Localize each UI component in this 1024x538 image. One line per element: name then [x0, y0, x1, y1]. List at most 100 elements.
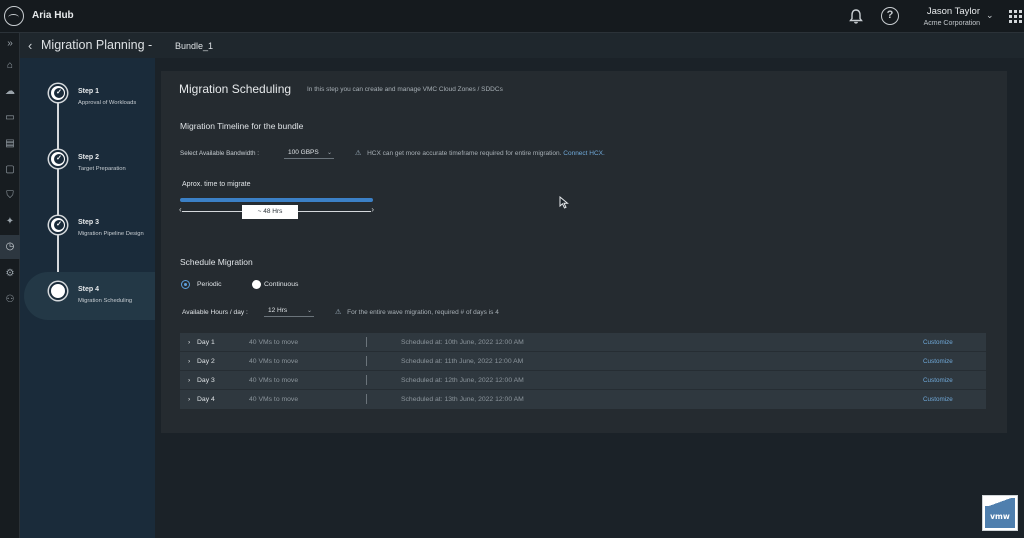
day-name: Day 3 — [197, 377, 215, 384]
bell-icon[interactable] — [848, 8, 864, 25]
migration-progress-bar — [180, 198, 373, 202]
chevron-right-icon[interactable]: › — [188, 358, 190, 365]
periodic-radio[interactable] — [181, 280, 190, 289]
hours-note-text: For the entire wave migration, required … — [347, 309, 499, 316]
step-desc: Approval of Workloads — [78, 100, 137, 106]
card-hint: In this step you can create and manage V… — [307, 86, 503, 93]
day-row[interactable]: › Day 4 40 VMs to move Scheduled at: 13t… — [180, 390, 986, 409]
approx-label: Aprox. time to migrate — [182, 181, 251, 188]
expand-icon[interactable]: » — [3, 37, 17, 51]
day-row[interactable]: › Day 2 40 VMs to move Scheduled at: 11t… — [180, 352, 986, 371]
periodic-label[interactable]: Periodic — [197, 281, 222, 288]
logo-icon[interactable] — [4, 6, 24, 26]
bandwidth-label: Select Available Bandwidth : — [180, 150, 259, 157]
page-title-text: Migration Planning — [41, 38, 145, 52]
back-icon[interactable]: ‹ — [28, 38, 32, 53]
customize-link[interactable]: Customize — [923, 396, 953, 403]
hcx-note-text: HCX can get more accurate timeframe requ… — [367, 150, 562, 157]
step-title: Step 1 — [78, 88, 100, 95]
day-vms: 40 VMs to move — [249, 358, 299, 365]
cloud-icon[interactable]: ☁ — [3, 85, 17, 99]
hcx-note: ⚠ HCX can get more accurate timeframe re… — [355, 149, 605, 157]
day-scheduled: Scheduled at: 11th June, 2022 12:00 AM — [401, 358, 524, 365]
chevron-right-icon[interactable]: › — [188, 377, 190, 384]
user-menu[interactable]: Jason Taylor Acme Corporation — [914, 6, 980, 27]
day-row[interactable]: › Day 1 40 VMs to move Scheduled at: 10t… — [180, 333, 986, 352]
chevron-down-icon: ⌄ — [326, 150, 332, 156]
day-name: Day 1 — [197, 339, 215, 346]
warning-icon: ⚠ — [335, 309, 342, 316]
divider — [366, 337, 367, 347]
chevron-right-icon[interactable]: › — [188, 396, 190, 403]
card-title: Migration Scheduling — [179, 82, 292, 96]
stepper-line — [57, 94, 59, 290]
step-title: Step 2 — [78, 154, 100, 161]
stepper: ✓ Step 1 Approval of Workloads ✓ Step 2 … — [20, 58, 155, 538]
page-title-separator: - — [148, 38, 153, 52]
shield-icon[interactable]: ⛉ — [3, 189, 17, 203]
check-icon: ✓ — [49, 150, 67, 168]
day-row[interactable]: › Day 3 40 VMs to move Scheduled at: 12t… — [180, 371, 986, 390]
nav-rail: » ⌂ ☁ ▭ ▤ ▢ ⛉ ✦ ◷ ⚙ ⚇ — [0, 33, 20, 538]
continuous-radio[interactable] — [252, 280, 261, 289]
current-step-icon — [49, 282, 67, 300]
hours-value: 12 Hrs — [268, 307, 288, 314]
hours-note: ⚠ For the entire wave migration, require… — [335, 308, 499, 316]
page-header: ‹ Migration Planning - Bundle_1 — [20, 33, 1024, 58]
step-title: Step 3 — [78, 219, 100, 226]
customize-link[interactable]: Customize — [923, 377, 953, 384]
continuous-label[interactable]: Continuous — [264, 281, 298, 288]
bandwidth-value: 100 GBPS — [288, 149, 319, 156]
divider — [366, 394, 367, 404]
day-name: Day 2 — [197, 358, 215, 365]
step-desc: Target Preparation — [78, 166, 126, 172]
step-4[interactable]: Step 4 Migration Scheduling — [24, 272, 155, 320]
connect-hcx-link[interactable]: Connect HCX. — [563, 150, 605, 157]
bandwidth-select[interactable]: 100 GBPS ⌄ — [284, 149, 334, 159]
divider — [366, 375, 367, 385]
vmware-logo-text: vmw — [985, 498, 1015, 528]
timeline-section-title: Migration Timeline for the bundle — [180, 121, 304, 131]
warning-icon: ⚠ — [355, 150, 362, 157]
approx-time-value: ~ 48 Hrs — [242, 205, 298, 219]
chevron-right-icon[interactable]: › — [188, 339, 190, 346]
app-grid-icon[interactable] — [1009, 10, 1022, 23]
user-org: Acme Corporation — [923, 20, 980, 27]
top-header: Aria Hub ? Jason Taylor Acme Corporation… — [0, 0, 1024, 33]
chevron-down-icon: ⌄ — [306, 308, 312, 314]
help-icon[interactable]: ? — [881, 7, 899, 25]
check-icon: ✓ — [49, 216, 67, 234]
app-title[interactable]: Aria Hub — [32, 10, 74, 21]
migration-icon[interactable]: ◷ — [0, 235, 20, 259]
day-scheduled: Scheduled at: 13th June, 2022 12:00 AM — [401, 396, 524, 403]
scheduling-card: Migration Scheduling In this step you ca… — [161, 71, 1007, 433]
monitor-icon[interactable]: ▢ — [3, 163, 17, 177]
settings-icon[interactable]: ⚙ — [3, 267, 17, 281]
check-icon: ✓ — [49, 84, 67, 102]
mouse-cursor-icon — [559, 196, 569, 209]
users-icon[interactable]: ⚇ — [3, 293, 17, 307]
truck-icon[interactable]: ▭ — [3, 111, 17, 125]
day-name: Day 4 — [197, 396, 215, 403]
day-vms: 40 VMs to move — [249, 339, 299, 346]
customize-link[interactable]: Customize — [923, 358, 953, 365]
day-list: › Day 1 40 VMs to move Scheduled at: 10t… — [180, 333, 986, 409]
user-name: Jason Taylor — [926, 6, 980, 17]
day-vms: 40 VMs to move — [249, 377, 299, 384]
day-scheduled: Scheduled at: 10th June, 2022 12:00 AM — [401, 339, 524, 346]
day-scheduled: Scheduled at: 12th June, 2022 12:00 AM — [401, 377, 524, 384]
storage-icon[interactable]: ▤ — [3, 137, 17, 151]
network-icon[interactable]: ✦ — [3, 215, 17, 229]
divider — [366, 356, 367, 366]
home-icon[interactable]: ⌂ — [3, 59, 17, 73]
page-title: Migration Planning - — [41, 38, 152, 52]
schedule-section-title: Schedule Migration — [180, 257, 253, 267]
chevron-down-icon[interactable]: ⌄ — [986, 10, 994, 21]
vmware-logo: vmw — [982, 495, 1018, 531]
step-desc: Migration Scheduling — [78, 298, 133, 304]
hours-label: Available Hours / day : — [182, 309, 248, 316]
bundle-name: Bundle_1 — [175, 41, 214, 51]
hours-select[interactable]: 12 Hrs ⌄ — [264, 307, 314, 317]
customize-link[interactable]: Customize — [923, 339, 953, 346]
step-title: Step 4 — [78, 286, 100, 293]
